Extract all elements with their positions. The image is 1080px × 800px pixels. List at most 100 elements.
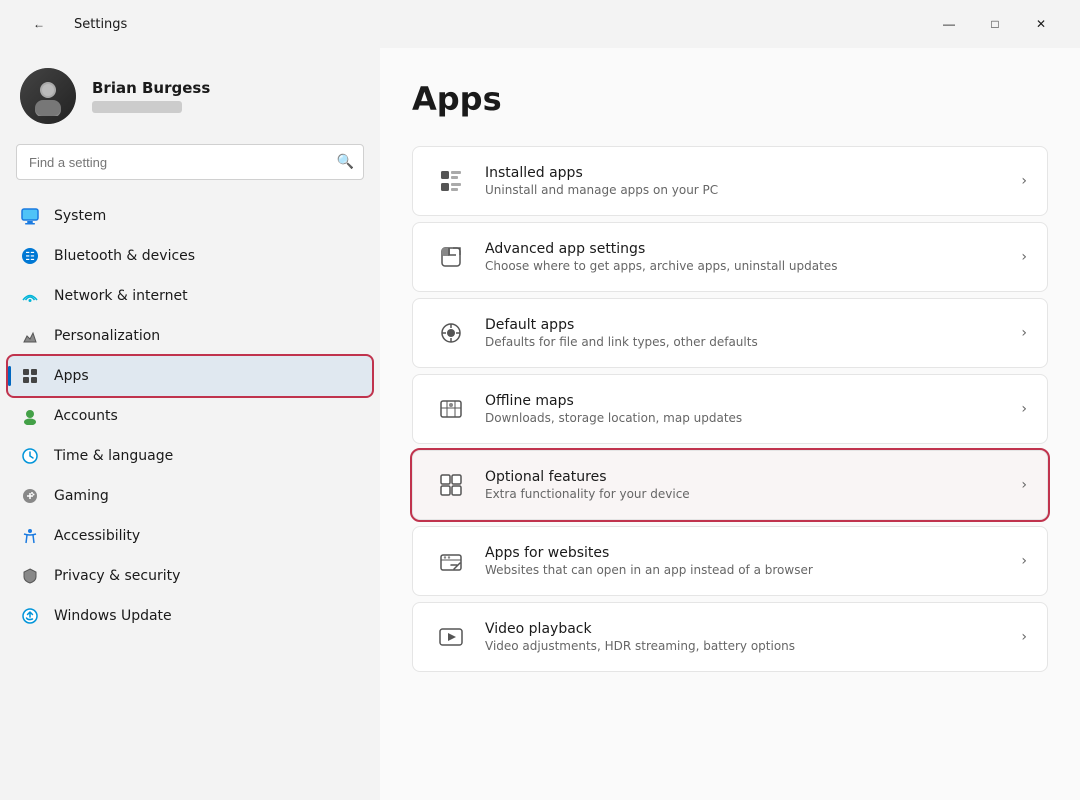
titlebar-left: ← Settings: [16, 8, 127, 40]
video-playback-description: Video adjustments, HDR streaming, batter…: [485, 639, 1005, 653]
sidebar-item-accounts[interactable]: Accounts: [8, 396, 372, 436]
optional-features-text: Optional features Extra functionality for…: [485, 469, 1005, 501]
apps-for-websites-chevron-icon: ›: [1021, 553, 1027, 569]
apps-icon: [20, 366, 40, 386]
settings-item-video-playback[interactable]: Video playback Video adjustments, HDR str…: [412, 602, 1048, 672]
sidebar-item-label-update: Windows Update: [54, 608, 172, 624]
offline-maps-chevron-icon: ›: [1021, 401, 1027, 417]
apps-for-websites-icon: [433, 543, 469, 579]
minimize-button[interactable]: —: [926, 8, 972, 40]
video-playback-text: Video playback Video adjustments, HDR str…: [485, 621, 1005, 653]
offline-maps-icon: [433, 391, 469, 427]
user-name: Brian Burgess: [92, 79, 210, 97]
optional-features-icon: [433, 467, 469, 503]
settings-item-apps-for-websites[interactable]: Apps for websites Websites that can open …: [412, 526, 1048, 596]
sidebar-item-label-network: Network & internet: [54, 288, 188, 304]
sidebar-item-gaming[interactable]: Gaming: [8, 476, 372, 516]
video-playback-icon: [433, 619, 469, 655]
sidebar-item-label-accounts: Accounts: [54, 408, 118, 424]
sidebar-item-label-privacy: Privacy & security: [54, 568, 180, 584]
advanced-app-settings-description: Choose where to get apps, archive apps, …: [485, 259, 1005, 273]
sidebar-item-privacy[interactable]: Privacy & security: [8, 556, 372, 596]
back-button[interactable]: ←: [16, 8, 62, 40]
video-playback-title: Video playback: [485, 621, 1005, 637]
sidebar-item-time[interactable]: Time & language: [8, 436, 372, 476]
sidebar: Brian Burgess 🔍 System ☷ Bluetooth & devic…: [0, 48, 380, 800]
optional-features-chevron-icon: ›: [1021, 477, 1027, 493]
sidebar-item-personalization[interactable]: Personalization: [8, 316, 372, 356]
default-apps-icon: [433, 315, 469, 351]
installed-apps-icon: [433, 163, 469, 199]
sidebar-item-apps[interactable]: Apps: [8, 356, 372, 396]
system-icon: [20, 206, 40, 226]
search-icon: 🔍: [337, 154, 354, 170]
optional-features-title: Optional features: [485, 469, 1005, 485]
default-apps-text: Default apps Defaults for file and link t…: [485, 317, 1005, 349]
sidebar-item-update[interactable]: Windows Update: [8, 596, 372, 636]
update-icon: [20, 606, 40, 626]
offline-maps-title: Offline maps: [485, 393, 1005, 409]
accounts-icon: [20, 406, 40, 426]
sidebar-item-label-time: Time & language: [54, 448, 173, 464]
privacy-icon: [20, 566, 40, 586]
sidebar-item-label-gaming: Gaming: [54, 488, 109, 504]
settings-window: ← Settings — □ ✕: [0, 0, 1080, 800]
sidebar-item-label-apps: Apps: [54, 368, 89, 384]
sidebar-item-label-bluetooth: Bluetooth & devices: [54, 248, 195, 264]
default-apps-title: Default apps: [485, 317, 1005, 333]
advanced-app-settings-title: Advanced app settings: [485, 241, 1005, 257]
sidebar-item-accessibility[interactable]: Accessibility: [8, 516, 372, 556]
apps-for-websites-description: Websites that can open in an app instead…: [485, 563, 1005, 577]
sidebar-item-network[interactable]: Network & internet: [8, 276, 372, 316]
optional-features-description: Extra functionality for your device: [485, 487, 1005, 501]
installed-apps-chevron-icon: ›: [1021, 173, 1027, 189]
main-content: Apps Installed apps Uninstall and manage …: [380, 48, 1080, 800]
apps-for-websites-text: Apps for websites Websites that can open …: [485, 545, 1005, 577]
sidebar-item-system[interactable]: System: [8, 196, 372, 236]
nav-list: System ☷ Bluetooth & devices Network & inte…: [0, 196, 380, 636]
advanced-app-settings-text: Advanced app settings Choose where to get…: [485, 241, 1005, 273]
time-icon: [20, 446, 40, 466]
settings-list: Installed apps Uninstall and manage apps …: [412, 146, 1048, 672]
bluetooth-icon: ☷: [20, 246, 40, 266]
network-icon: [20, 286, 40, 306]
sidebar-item-label-personalization: Personalization: [54, 328, 160, 344]
settings-item-installed-apps[interactable]: Installed apps Uninstall and manage apps …: [412, 146, 1048, 216]
settings-item-optional-features[interactable]: Optional features Extra functionality for…: [412, 450, 1048, 520]
avatar-image: [20, 68, 76, 124]
sidebar-item-bluetooth[interactable]: ☷ Bluetooth & devices: [8, 236, 372, 276]
installed-apps-title: Installed apps: [485, 165, 1005, 181]
apps-for-websites-title: Apps for websites: [485, 545, 1005, 561]
installed-apps-text: Installed apps Uninstall and manage apps …: [485, 165, 1005, 197]
maximize-button[interactable]: □: [972, 8, 1018, 40]
search-box: 🔍: [16, 144, 364, 180]
close-button[interactable]: ✕: [1018, 8, 1064, 40]
advanced-app-settings-chevron-icon: ›: [1021, 249, 1027, 265]
page-title: Apps: [412, 80, 1048, 118]
settings-item-advanced-app-settings[interactable]: Advanced app settings Choose where to get…: [412, 222, 1048, 292]
gaming-icon: [20, 486, 40, 506]
settings-item-offline-maps[interactable]: Offline maps Downloads, storage location,…: [412, 374, 1048, 444]
personalization-icon: [20, 326, 40, 346]
offline-maps-description: Downloads, storage location, map updates: [485, 411, 1005, 425]
offline-maps-text: Offline maps Downloads, storage location,…: [485, 393, 1005, 425]
sidebar-item-label-accessibility: Accessibility: [54, 528, 140, 544]
titlebar: ← Settings — □ ✕: [0, 0, 1080, 48]
user-subtitle: [92, 101, 182, 113]
advanced-app-settings-icon: [433, 239, 469, 275]
video-playback-chevron-icon: ›: [1021, 629, 1027, 645]
sidebar-item-label-system: System: [54, 208, 106, 224]
svg-text:☷: ☷: [25, 251, 35, 263]
default-apps-chevron-icon: ›: [1021, 325, 1027, 341]
titlebar-controls: — □ ✕: [926, 8, 1064, 40]
user-profile: Brian Burgess: [0, 48, 380, 144]
search-input[interactable]: [16, 144, 364, 180]
avatar: [20, 68, 76, 124]
content-area: Brian Burgess 🔍 System ☷ Bluetooth & devic…: [0, 48, 1080, 800]
accessibility-icon: [20, 526, 40, 546]
titlebar-title: Settings: [74, 17, 127, 32]
user-info: Brian Burgess: [92, 79, 210, 113]
default-apps-description: Defaults for file and link types, other …: [485, 335, 1005, 349]
installed-apps-description: Uninstall and manage apps on your PC: [485, 183, 1005, 197]
settings-item-default-apps[interactable]: Default apps Defaults for file and link t…: [412, 298, 1048, 368]
